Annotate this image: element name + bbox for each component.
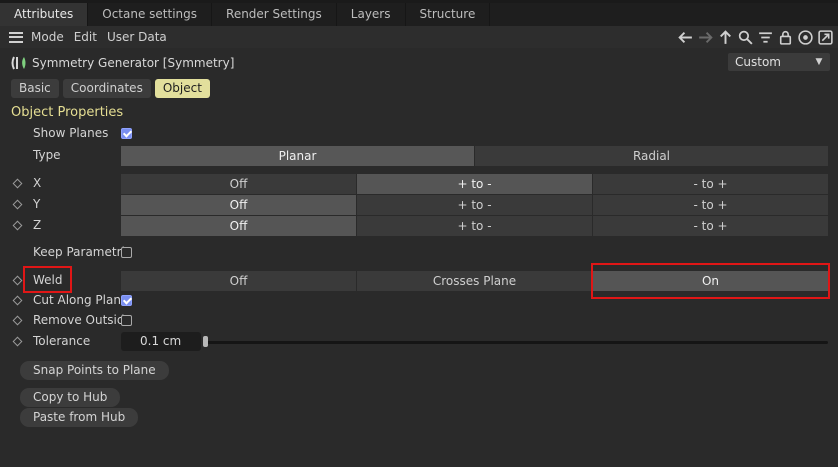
target-icon[interactable] bbox=[797, 29, 814, 46]
type-label: Type bbox=[33, 148, 61, 162]
x-label: X bbox=[33, 176, 42, 190]
snap-points-to-plane-button[interactable]: Snap Points to Plane bbox=[20, 361, 169, 380]
type-option-radial[interactable]: Radial bbox=[475, 146, 828, 166]
z-option-minus-to-plus[interactable]: - to + bbox=[593, 216, 828, 236]
tab-octane-settings[interactable]: Octane settings bbox=[88, 3, 213, 26]
show-planes-checkbox[interactable] bbox=[121, 128, 132, 139]
filter-icon[interactable] bbox=[757, 29, 774, 46]
y-option-off[interactable]: Off bbox=[121, 195, 357, 215]
cut-along-plane-row: Cut Along Plane bbox=[0, 291, 838, 311]
section-title: Object Properties bbox=[11, 105, 124, 120]
new-window-icon[interactable] bbox=[817, 29, 834, 46]
back-arrow-icon[interactable] bbox=[677, 29, 694, 46]
z-row: Z Off + to - - to + bbox=[0, 216, 838, 236]
type-row: Type Planar Radial bbox=[0, 146, 838, 166]
weld-option-crosses-plane[interactable]: Crosses Plane bbox=[357, 271, 593, 291]
x-option-plus-to-minus[interactable]: + to - bbox=[357, 174, 593, 194]
y-option-minus-to-plus[interactable]: - to + bbox=[593, 195, 828, 215]
keep-parametric-row: Keep Parametric bbox=[0, 243, 838, 263]
object-header: Symmetry Generator [Symmetry] Custom ▼ bbox=[0, 52, 838, 74]
tab-attributes[interactable]: Attributes bbox=[0, 3, 89, 26]
keyframe-diamond-icon[interactable] bbox=[12, 295, 23, 306]
cut-along-plane-label: Cut Along Plane bbox=[33, 293, 129, 307]
menu-mode[interactable]: Mode bbox=[31, 30, 64, 44]
toolbar-icons bbox=[677, 26, 834, 48]
y-option-plus-to-minus[interactable]: + to - bbox=[357, 195, 593, 215]
search-icon[interactable] bbox=[737, 29, 754, 46]
chevron-down-icon: ▼ bbox=[815, 57, 823, 67]
layout-select-value: Custom bbox=[735, 55, 781, 69]
cut-along-plane-checkbox[interactable] bbox=[121, 295, 132, 306]
tolerance-row: Tolerance 0.1 cm bbox=[0, 332, 838, 352]
type-option-planar[interactable]: Planar bbox=[121, 146, 475, 166]
y-label: Y bbox=[33, 197, 41, 211]
y-segmented: Off + to - - to + bbox=[121, 195, 828, 215]
keyframe-diamond-icon[interactable] bbox=[12, 336, 23, 347]
subtab-coordinates[interactable]: Coordinates bbox=[62, 79, 151, 98]
lock-icon[interactable] bbox=[777, 29, 794, 46]
z-label: Z bbox=[33, 218, 42, 232]
keep-parametric-checkbox[interactable] bbox=[121, 247, 132, 258]
tolerance-slider-handle[interactable] bbox=[203, 336, 208, 347]
weld-option-off[interactable]: Off bbox=[121, 271, 357, 291]
keyframe-diamond-icon[interactable] bbox=[12, 178, 23, 189]
z-option-off[interactable]: Off bbox=[121, 216, 357, 236]
tab-structure[interactable]: Structure bbox=[406, 3, 491, 26]
weld-label-highlight bbox=[23, 266, 72, 293]
show-planes-row: Show Planes bbox=[0, 124, 838, 144]
hamburger-menu-icon[interactable] bbox=[9, 31, 23, 43]
symmetry-generator-icon bbox=[11, 56, 26, 70]
menu-edit[interactable]: Edit bbox=[74, 30, 97, 44]
attribute-subtabs: Basic Coordinates Object bbox=[11, 79, 210, 98]
tolerance-slider-track[interactable] bbox=[204, 341, 828, 344]
keyframe-diamond-icon[interactable] bbox=[12, 315, 23, 326]
subtab-basic[interactable]: Basic bbox=[11, 79, 59, 98]
tolerance-input[interactable]: 0.1 cm bbox=[121, 332, 201, 351]
tab-layers[interactable]: Layers bbox=[337, 3, 406, 26]
y-row: Y Off + to - - to + bbox=[0, 195, 838, 215]
tab-bar: Attributes Octane settings Render Settin… bbox=[0, 3, 838, 26]
layout-select[interactable]: Custom ▼ bbox=[728, 53, 830, 71]
type-segmented: Planar Radial bbox=[121, 146, 828, 166]
object-title: Symmetry Generator [Symmetry] bbox=[32, 56, 235, 70]
copy-to-hub-button[interactable]: Copy to Hub bbox=[20, 388, 121, 407]
forward-arrow-icon[interactable] bbox=[697, 29, 714, 46]
z-segmented: Off + to - - to + bbox=[121, 216, 828, 236]
z-option-plus-to-minus[interactable]: + to - bbox=[357, 216, 593, 236]
keyframe-diamond-icon[interactable] bbox=[12, 275, 23, 286]
remove-outside-row: Remove Outside bbox=[0, 311, 838, 331]
x-segmented: Off + to - - to + bbox=[121, 174, 828, 194]
x-option-minus-to-plus[interactable]: - to + bbox=[593, 174, 828, 194]
menu-user-data[interactable]: User Data bbox=[107, 30, 167, 44]
keyframe-diamond-icon[interactable] bbox=[12, 220, 23, 231]
up-arrow-icon[interactable] bbox=[717, 29, 734, 46]
tab-render-settings[interactable]: Render Settings bbox=[212, 3, 337, 26]
keyframe-diamond-icon[interactable] bbox=[12, 199, 23, 210]
subtab-object[interactable]: Object bbox=[154, 79, 210, 98]
show-planes-label: Show Planes bbox=[33, 126, 109, 140]
paste-from-hub-button[interactable]: Paste from Hub bbox=[20, 408, 139, 427]
x-option-off[interactable]: Off bbox=[121, 174, 357, 194]
remove-outside-label: Remove Outside bbox=[33, 313, 132, 327]
tolerance-label: Tolerance bbox=[33, 334, 91, 348]
keep-parametric-label: Keep Parametric bbox=[33, 245, 132, 259]
menu-bar: Mode Edit User Data bbox=[0, 26, 838, 48]
remove-outside-checkbox[interactable] bbox=[121, 315, 132, 326]
x-row: X Off + to - - to + bbox=[0, 174, 838, 194]
